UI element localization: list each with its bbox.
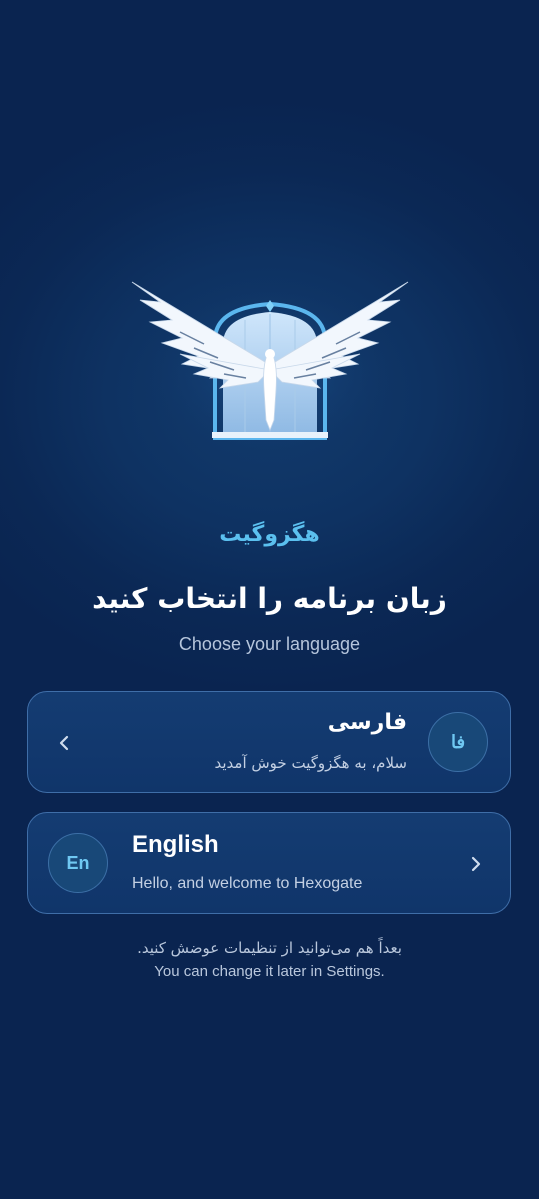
language-greeting-fa: سلام، به هگزوگیت خوش آمدید: [214, 754, 407, 772]
language-name-fa: فارسی: [327, 710, 407, 735]
brand-name: هگزوگیت: [219, 522, 320, 547]
language-option-english[interactable]: En English Hello, and welcome to Hexogat…: [27, 812, 511, 914]
chevron-right-icon: [471, 856, 481, 872]
language-option-farsi[interactable]: فا فارسی سلام، به هگزوگیت خوش آمدید: [27, 691, 511, 793]
settings-note-fa: بعداً هم می‌توانید از تنظیمات عوضش کنید.: [137, 939, 402, 957]
settings-note-en: You can change it later in Settings.: [154, 963, 385, 980]
app-logo: [120, 270, 420, 465]
chevron-left-icon: [59, 735, 69, 751]
language-greeting-en: Hello, and welcome to Hexogate: [132, 875, 363, 892]
language-name-en: English: [132, 831, 219, 858]
page-subtitle: Choose your language: [178, 634, 361, 654]
language-badge-fa: فا: [428, 712, 488, 772]
page-title: زبان برنامه را انتخاب کنید: [92, 582, 447, 615]
language-badge-en: En: [48, 833, 108, 893]
winged-gate-icon: [130, 275, 410, 465]
